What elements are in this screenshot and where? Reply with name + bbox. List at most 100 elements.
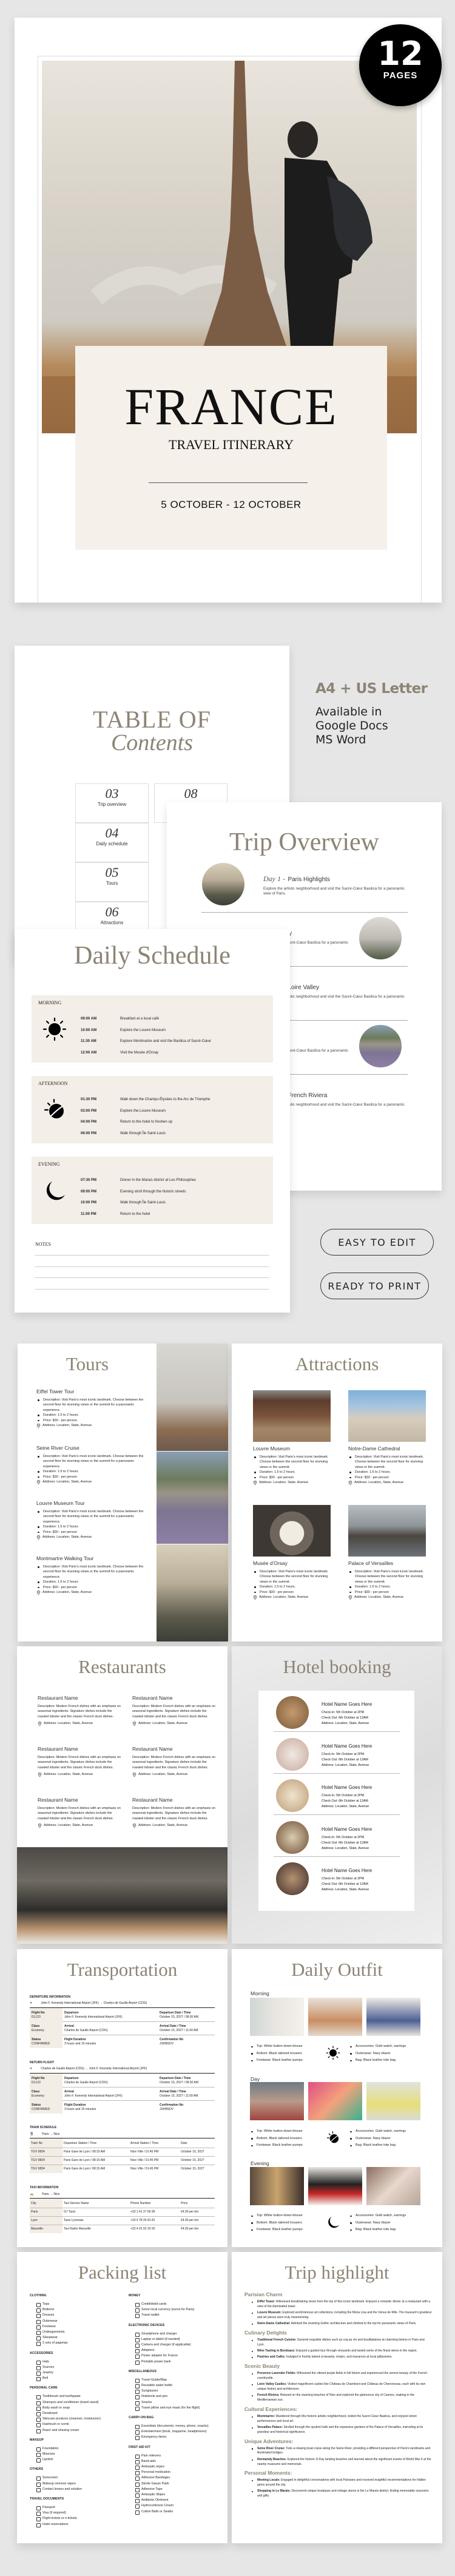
hotel-photo — [276, 1862, 309, 1895]
restaurants-page: Restaurants Restaurant Name Description: … — [17, 1646, 228, 1944]
section-heading: TAXI INFORMATION — [30, 2186, 59, 2189]
packing-checkbox-item[interactable]: Bottoms — [30, 2307, 127, 2313]
packing-checkbox-item[interactable]: Cotton Balls or Swabs — [129, 2509, 226, 2515]
packing-checkbox-item[interactable]: Outerwear — [30, 2319, 127, 2324]
flight-table: Flight No DL123 Departure John F. Kennedy I… — [30, 2007, 215, 2048]
toc-entry[interactable]: 04 Daily schedule — [75, 823, 149, 862]
packing-checkbox-item[interactable]: Antibiotic Ointment — [129, 2498, 226, 2504]
packing-checkbox-item[interactable]: Makeup remover wipes — [30, 2481, 127, 2487]
packing-checkbox-item[interactable]: Some local currency (euros for Paris) — [129, 2307, 226, 2313]
hotel-list: Hotel Name Goes Here Check-In: 5th Octobe… — [258, 1691, 414, 1911]
column-header: Arrival Station / Time — [130, 2142, 159, 2145]
notes-line[interactable] — [35, 1266, 269, 1267]
packing-checkbox-item[interactable]: Undergarments — [30, 2330, 127, 2336]
highlight-label: Eiffel Tower: — [257, 2300, 275, 2304]
ready-to-print-button[interactable]: READY TO PRINT — [320, 1273, 429, 1299]
packing-checkbox-item[interactable]: Visa (if required) — [30, 2510, 127, 2517]
notes-line[interactable] — [35, 1255, 269, 1256]
packing-checkbox-item[interactable]: Scarves — [30, 2365, 127, 2371]
highlight-label: Pastries and Cafés: — [257, 2355, 286, 2359]
packing-checkbox-item[interactable]: Portable power bank — [129, 2359, 226, 2365]
packing-checkbox-item[interactable]: Toothbrush and toothpaste — [30, 2394, 127, 2400]
packing-checkbox-item[interactable]: Lipstick — [30, 2457, 127, 2463]
table-cell: Taxi Radio Marseille — [64, 2227, 91, 2231]
packing-checkbox-item[interactable]: Hairbrush or comb — [30, 2422, 127, 2428]
packing-checkbox-item[interactable]: Tops — [30, 2302, 127, 2308]
packing-checkbox-item[interactable]: Sleepwear — [30, 2335, 127, 2341]
bullet-item: Price: $30 - per person — [36, 1475, 146, 1479]
metro-station-photo — [157, 1544, 228, 1641]
cell-value: JSHBSDV — [160, 2108, 174, 2111]
packing-checkbox-item[interactable]: Travel pillow and eye mask (for the flig… — [129, 2405, 226, 2412]
packing-checkbox-item[interactable]: Laptop or tablet (if needed) — [129, 2337, 226, 2343]
packing-checkbox-item[interactable]: Camera and charger (if applicable) — [129, 2342, 226, 2348]
packing-checkbox-item[interactable]: Passport — [30, 2505, 127, 2511]
notes-line[interactable] — [35, 1277, 269, 1278]
packing-checkbox-item[interactable]: Travel Guide/Map — [129, 2378, 226, 2384]
packing-checkbox-item[interactable]: Power adapter for France — [129, 2353, 226, 2359]
packing-checkbox-item[interactable]: Essentials (documents, money, phone, sna… — [129, 2424, 226, 2430]
packing-checkbox-item[interactable]: Razor and shaving cream — [30, 2428, 127, 2433]
toc-entry-label: Daily schedule — [96, 841, 128, 847]
packing-checkbox-item[interactable]: Hydrocortisone Cream — [129, 2503, 226, 2509]
packing-checkbox-item[interactable]: Belt — [30, 2376, 127, 2382]
packing-checkbox-item[interactable]: Smartphone and charger — [129, 2331, 226, 2337]
packing-checkbox-item[interactable]: Snacks — [129, 2400, 226, 2405]
packing-checkbox-item[interactable]: Hats — [30, 2359, 127, 2365]
outfit-photo — [366, 2082, 420, 2120]
packing-checkbox-item[interactable]: Shampoo and conditioner (travel-sized) — [30, 2400, 127, 2405]
packing-checkbox-item[interactable]: Hotel reservations — [30, 2522, 127, 2527]
packing-checkbox-item[interactable]: Personal medication — [129, 2470, 226, 2476]
packing-checkbox-item[interactable]: Adapters: — [129, 2348, 226, 2354]
outfit-list-right: Accessories: Gold watch, earrings Outerwe… — [349, 2128, 434, 2149]
schedule-time: 06:00 PM — [81, 1132, 97, 1136]
packing-checkbox-item[interactable]: Contact lenses and solution — [30, 2487, 127, 2493]
packing-checkbox-item[interactable]: 2 sets of pajamas — [30, 2341, 127, 2347]
packing-checkbox-item[interactable]: Antiseptic Wipes — [129, 2492, 226, 2498]
hotel-address: Address: Location, State, Avenue — [322, 1805, 369, 1808]
packing-checkbox-item[interactable]: Jewelry — [30, 2370, 127, 2376]
restaurant-item: Restaurant Name Description: Modern Frenc… — [132, 1797, 217, 1828]
route: 🚕 Paris → Nice — [30, 2192, 59, 2196]
check-out: Check Out: 6th October at 12AM — [322, 1799, 368, 1803]
packing-checkbox-item[interactable]: Adhesive Tape — [129, 2487, 226, 2493]
route: ✈ Charles de Gaulle Airport (CDG) → John … — [30, 2067, 147, 2071]
restaurant-description: Description: Modern French dishes with a… — [38, 1807, 121, 1820]
packing-checkbox-item[interactable]: Sterile Gauze Pads — [129, 2481, 226, 2487]
packing-checkbox-item[interactable]: Foundation — [30, 2446, 127, 2452]
packing-checkbox-item[interactable]: Body wash or soap — [30, 2405, 127, 2412]
packing-checkbox-item[interactable]: Antiseptic wipes — [129, 2464, 226, 2470]
check-in: Check-In: 5th October at 2PM — [322, 1835, 365, 1839]
packing-checkbox-item[interactable]: Flight tickets or e-tickets — [30, 2516, 127, 2522]
tour-item: Eiffel Tower Tour Description: Visit Pari… — [36, 1388, 146, 1428]
packing-checkbox-item[interactable]: Adhesive Bandages — [129, 2475, 226, 2481]
packing-checkbox-item[interactable]: Deodorant — [30, 2411, 127, 2417]
schedule-time: 04:00 PM — [81, 1120, 97, 1124]
packing-checkbox-item[interactable]: Notebook and pen — [129, 2394, 226, 2400]
packing-checkbox-item[interactable]: Dresses — [30, 2313, 127, 2319]
easy-to-edit-button[interactable]: EASY TO EDIT — [320, 1229, 434, 1256]
schedule-activity: Walk through Île Saint-Louis — [120, 1201, 166, 1205]
notes-line[interactable] — [35, 1289, 269, 1290]
packing-checkbox-item[interactable]: Mascara — [30, 2452, 127, 2458]
packing-checkbox-item[interactable]: Footwear — [30, 2324, 127, 2330]
packing-checkbox-item[interactable]: Reusable water bottle — [129, 2383, 226, 2389]
restaurant-description: Description: Modern French dishes with a… — [132, 1807, 215, 1820]
packing-checkbox-item[interactable]: Credit/debit cards — [129, 2302, 226, 2308]
afternoon-sun-icon — [326, 2131, 340, 2145]
packing-checkbox-item[interactable]: Sunscreen — [30, 2475, 127, 2481]
packing-checkbox-item[interactable]: Emergency items: — [129, 2435, 226, 2441]
packing-checkbox-item[interactable]: Skincare products (cleanser, moisturizer… — [30, 2416, 127, 2422]
packing-checkbox-item[interactable]: Sunglasses — [129, 2388, 226, 2395]
flight-table: Flight No DL123 Departure Charles de Gaulle… — [30, 2073, 215, 2114]
outfit-item: Top: White button-down blouse — [250, 2213, 335, 2220]
packing-checkbox-item[interactable]: Pain relievers — [129, 2453, 226, 2459]
tour-name: Eiffel Tower Tour — [36, 1388, 75, 1394]
packing-checkbox-item[interactable]: Travel wallet — [129, 2313, 226, 2319]
packing-checkbox-item[interactable]: Band-aids — [129, 2459, 226, 2465]
check-in: Check-In: 5th October at 2PM — [322, 1711, 365, 1714]
table-cell: Paris Gare de Lyon / 08:15 AM — [64, 2167, 106, 2171]
toc-entry[interactable]: 03 Trip overview — [75, 783, 149, 823]
packing-checkbox-item[interactable]: Entertainment (book, magazine, headphone… — [129, 2429, 226, 2435]
toc-entry[interactable]: 05 Tours — [75, 862, 149, 902]
